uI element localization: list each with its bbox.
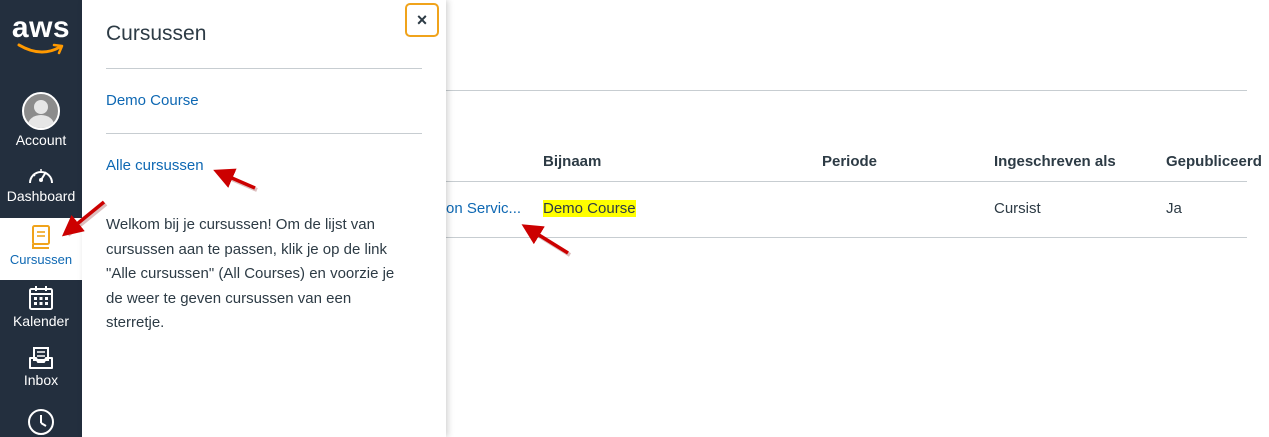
aws-smile-icon xyxy=(17,43,64,55)
column-header-nickname[interactable]: Bijnaam xyxy=(543,153,601,170)
column-header-enrolled-as[interactable]: Ingeschreven als xyxy=(994,153,1116,170)
course-published: Ja xyxy=(1166,200,1182,217)
nav-item-label: Account xyxy=(15,132,67,148)
nav-item-history[interactable] xyxy=(0,407,82,437)
dashboard-icon xyxy=(29,169,53,184)
course-nickname: Demo Course xyxy=(543,200,636,217)
nav-item-dashboard[interactable]: Dashboard xyxy=(0,164,82,204)
aws-logo-text: aws xyxy=(11,11,71,44)
nav-item-label: Kalender xyxy=(12,313,70,329)
table-row-divider xyxy=(446,181,1247,182)
nav-item-inbox[interactable]: Inbox xyxy=(0,346,82,388)
inbox-icon xyxy=(29,347,53,369)
course-enrolled-as: Cursist xyxy=(994,200,1041,217)
courses-tray: Cursussen × Demo Course Alle cursussen W… xyxy=(82,0,446,437)
nav-item-label: Inbox xyxy=(23,372,59,388)
tray-help-text: Welkom bij je cursussen! Om de lijst van… xyxy=(106,216,395,331)
avatar xyxy=(22,92,60,130)
history-icon xyxy=(28,409,54,435)
course-name-link[interactable]: on Servic... xyxy=(446,200,521,217)
nav-item-account[interactable]: Account xyxy=(0,92,82,148)
tray-divider xyxy=(106,68,422,69)
nickname-highlight: Demo Course xyxy=(543,200,636,217)
all-courses-link[interactable]: Alle cursussen xyxy=(106,157,204,174)
column-header-published[interactable]: Gepubliceerd xyxy=(1166,153,1262,170)
header-divider xyxy=(446,90,1247,91)
nav-item-label: Dashboard xyxy=(6,188,76,204)
nav-item-calendar[interactable]: Kalender xyxy=(0,285,82,329)
nav-item-courses[interactable]: Cursussen xyxy=(0,218,82,280)
arrow-to-course-link xyxy=(521,224,572,257)
tray-title: Cursussen xyxy=(106,22,207,45)
table-row-divider xyxy=(446,237,1247,238)
calendar-icon xyxy=(29,286,53,310)
aws-logo[interactable]: aws xyxy=(0,11,82,56)
close-button[interactable]: × xyxy=(405,3,439,37)
courses-icon xyxy=(32,225,50,249)
demo-course-link[interactable]: Demo Course xyxy=(106,92,199,109)
column-header-term[interactable]: Periode xyxy=(822,153,877,170)
nav-item-label: Cursussen xyxy=(9,252,73,267)
global-navigation: aws Account Dashboard Cursussen Kalender… xyxy=(0,0,82,437)
tray-divider xyxy=(106,133,422,134)
